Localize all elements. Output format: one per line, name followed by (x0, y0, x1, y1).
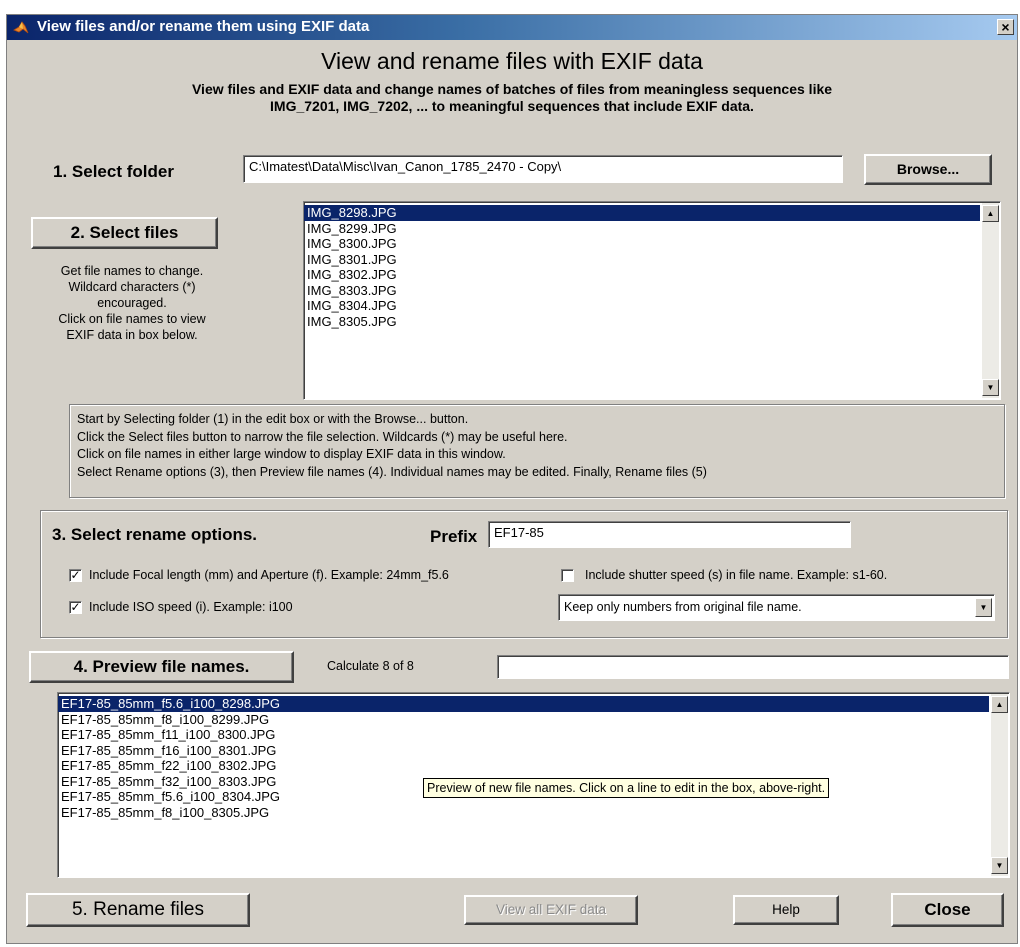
name-edit-input[interactable] (497, 655, 1009, 679)
browse-button[interactable]: Browse... (864, 154, 992, 185)
preview-file-names-button[interactable]: 4. Preview file names. (29, 651, 294, 683)
help-line: Click on file names to view (58, 312, 206, 326)
focal-length-checkbox[interactable]: ✓ (69, 569, 82, 582)
calculate-status: Calculate 8 of 8 (327, 659, 414, 673)
rename-options-group: 3. Select rename options. Prefix EF17-85… (40, 510, 1008, 638)
prefix-input[interactable]: EF17-85 (488, 521, 851, 548)
rename-files-button[interactable]: 5. Rename files (26, 893, 250, 927)
chevron-down-icon[interactable]: ▼ (975, 598, 992, 617)
iso-speed-label: Include ISO speed (i). Example: i100 (89, 600, 293, 614)
help-line: EXIF data in box below. (66, 328, 198, 342)
close-button[interactable]: Close (891, 893, 1004, 927)
list-item[interactable]: IMG_8300.JPG (304, 236, 1000, 252)
scroll-down-icon[interactable]: ▼ (991, 857, 1008, 874)
matlab-icon (13, 21, 29, 34)
file-list-scrollbar[interactable]: ▲ ▼ (982, 203, 999, 398)
list-item[interactable]: EF17-85_85mm_f8_i100_8305.JPG (58, 805, 1009, 821)
page-title: View and rename files with EXIF data (321, 48, 703, 74)
title-bar[interactable]: View files and/or rename them using EXIF… (7, 15, 1017, 40)
folder-path-input[interactable]: C:\Imatest\Data\Misc\Ivan_Canon_1785_247… (243, 155, 843, 183)
scroll-down-icon[interactable]: ▼ (982, 379, 999, 396)
scroll-up-icon[interactable]: ▲ (991, 696, 1008, 713)
preview-tooltip: Preview of new file names. Click on a li… (423, 778, 830, 798)
instruction-line: Select Rename options (3), then Preview … (77, 464, 707, 479)
list-item[interactable]: IMG_8301.JPG (304, 252, 1000, 268)
instructions-box: Start by Selecting folder (1) in the edi… (69, 404, 1005, 498)
focal-length-label: Include Focal length (mm) and Aperture (… (89, 568, 449, 582)
list-item[interactable]: EF17-85_85mm_f16_i100_8301.JPG (58, 743, 1009, 759)
numbers-select-value: Keep only numbers from original file nam… (564, 600, 802, 614)
select-folder-label: 1. Select folder (53, 162, 174, 181)
scroll-up-icon[interactable]: ▲ (982, 205, 999, 222)
shutter-speed-label: Include shutter speed (s) in file name. … (585, 568, 888, 582)
file-list[interactable]: IMG_8298.JPG IMG_8299.JPG IMG_8300.JPG I… (303, 201, 1001, 400)
select-files-button[interactable]: 2. Select files (31, 217, 218, 249)
list-item[interactable]: IMG_8299.JPG (304, 221, 1000, 237)
close-window-icon[interactable]: × (997, 19, 1014, 35)
prefix-label: Prefix (430, 527, 478, 546)
list-item[interactable]: IMG_8304.JPG (304, 298, 1000, 314)
list-item[interactable]: IMG_8298.JPG (304, 205, 980, 221)
shutter-speed-checkbox[interactable] (561, 569, 574, 582)
help-button[interactable]: Help (733, 895, 839, 925)
list-item[interactable]: EF17-85_85mm_f8_i100_8299.JPG (58, 712, 1009, 728)
instruction-line: Click on file names in either large wind… (77, 447, 506, 461)
list-item[interactable]: IMG_8303.JPG (304, 283, 1000, 299)
help-line: Wildcard characters (*) (68, 280, 196, 294)
list-item[interactable]: EF17-85_85mm_f22_i100_8302.JPG (58, 758, 1009, 774)
window-title: View files and/or rename them using EXIF… (37, 18, 370, 35)
select-files-help: Get file names to change. Wildcard chara… (47, 263, 217, 343)
list-item[interactable]: EF17-85_85mm_f11_i100_8300.JPG (58, 727, 1009, 743)
iso-speed-checkbox[interactable]: ✓ (69, 601, 82, 614)
rename-dialog: View files and/or rename them using EXIF… (6, 14, 1018, 944)
instruction-line: Start by Selecting folder (1) in the edi… (77, 412, 469, 426)
subtitle-line-2: IMG_7201, IMG_7202, ... to meaningful se… (270, 98, 754, 114)
page-subtitle: View files and EXIF data and change name… (7, 81, 1017, 115)
instructions-text: Start by Selecting folder (1) in the edi… (77, 411, 707, 481)
numbers-select[interactable]: Keep only numbers from original file nam… (558, 594, 995, 621)
instruction-line: Click the Select files button to narrow … (77, 429, 568, 444)
list-item[interactable]: IMG_8305.JPG (304, 314, 1000, 330)
view-all-exif-button[interactable]: View all EXIF data (464, 895, 638, 925)
list-item[interactable]: IMG_8302.JPG (304, 267, 1000, 283)
help-line: encouraged. (97, 296, 167, 310)
preview-list-scrollbar[interactable]: ▲ ▼ (991, 694, 1008, 876)
rename-options-label: 3. Select rename options. (52, 525, 258, 544)
subtitle-line-1: View files and EXIF data and change name… (191, 81, 833, 97)
list-item[interactable]: EF17-85_85mm_f5.6_i100_8298.JPG (58, 696, 989, 712)
help-line: Get file names to change. (60, 264, 204, 278)
